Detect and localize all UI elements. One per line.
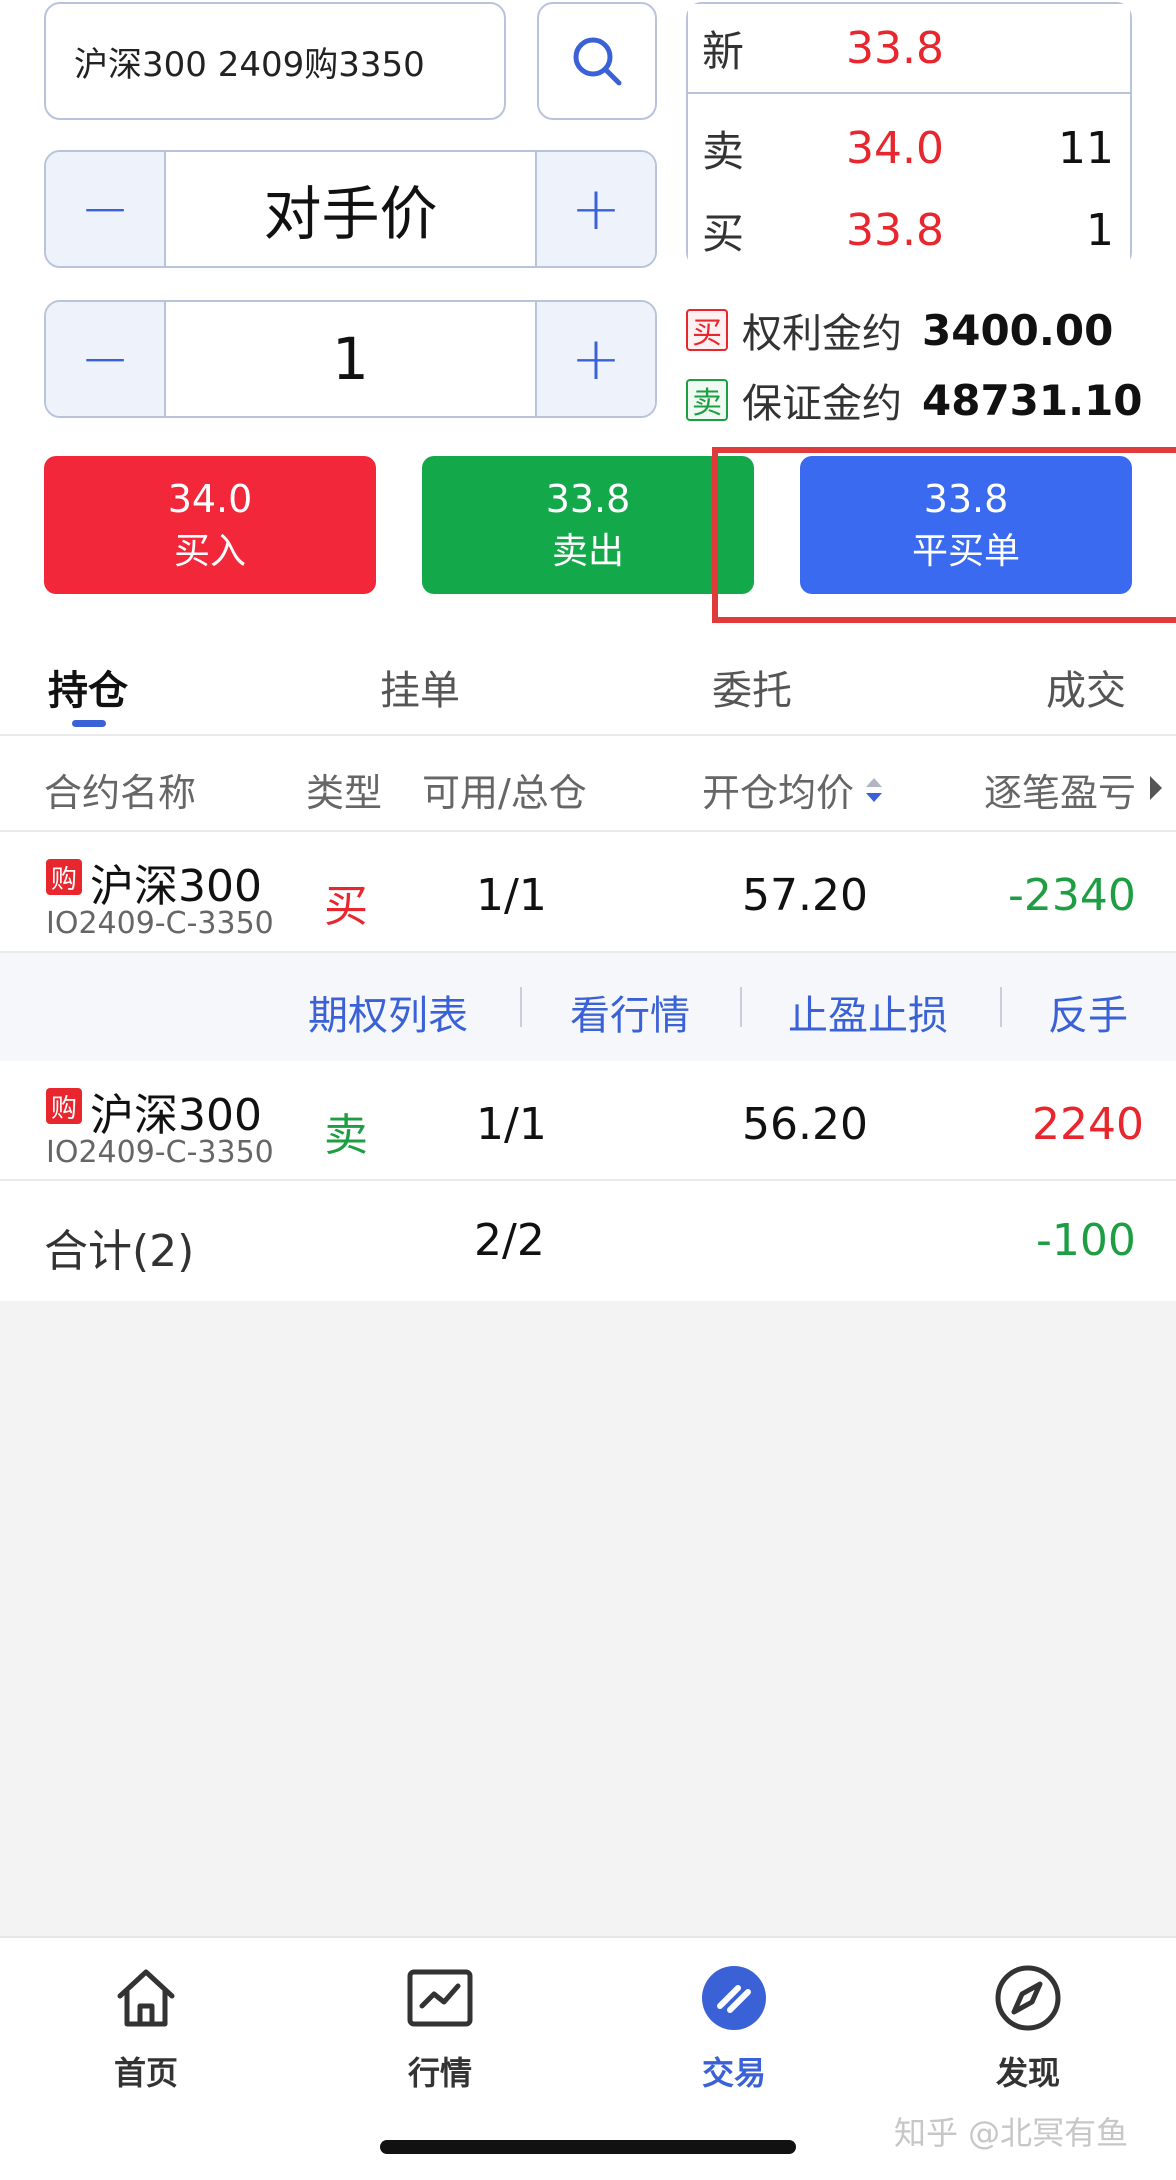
contract-name: 沪深300 — [90, 861, 262, 912]
search-icon — [573, 37, 622, 86]
sell-button-label: 卖出 — [551, 531, 624, 572]
position-pnl: -2340 — [1008, 870, 1136, 921]
nav-market-label: 行情 — [407, 2054, 472, 2092]
sell-button[interactable]: 33.8 卖出 — [422, 456, 754, 594]
quantity-field[interactable]: 1 — [164, 302, 537, 416]
watermark: 知乎 @北冥有鱼 — [894, 2114, 1129, 2152]
tab-positions[interactable]: 持仓 — [48, 658, 128, 716]
contract-code: IO2409-C-3350 — [46, 1135, 274, 1170]
table-row[interactable]: 购 沪深300 IO2409-C-3350 卖 1/1 56.20 2240 — [0, 1061, 1176, 1181]
tab-orders[interactable]: 委托 — [712, 658, 792, 716]
quantity-stepper: − 1 + — [44, 300, 657, 418]
ask-label: 卖 — [702, 126, 745, 176]
total-available: 2/2 — [474, 1215, 545, 1266]
ask-price: 34.0 — [846, 122, 944, 174]
position-avg-price: 57.20 — [742, 870, 868, 921]
contract-search-input[interactable]: 沪深300 2409购3350 — [44, 2, 506, 120]
row-action-bar: 期权列表 看行情 止盈止损 反手 — [0, 953, 1176, 1061]
call-badge: 购 — [46, 859, 82, 895]
call-badge: 购 — [46, 1088, 82, 1124]
buy-tag: 买 — [686, 309, 728, 351]
view-quote-link[interactable]: 看行情 — [570, 983, 690, 1041]
action-divider — [740, 987, 742, 1027]
action-divider — [1000, 987, 1002, 1027]
header-avg-price[interactable]: 开仓均价 — [702, 762, 854, 817]
contract-code: IO2409-C-3350 — [46, 906, 274, 941]
active-tab-indicator — [72, 720, 106, 727]
position-type: 卖 — [324, 1110, 368, 1161]
total-row: 合计(2) 2/2 -100 — [0, 1181, 1176, 1301]
sell-tag: 卖 — [686, 379, 728, 421]
price-stepper: − 对手价 + — [44, 150, 657, 268]
quote-panel: 新 33.8 卖 34.0 11 买 33.8 1 — [686, 2, 1132, 274]
table-header: 合约名称 类型 可用/总仓 开仓均价 逐笔盈亏 — [0, 736, 1176, 832]
nav-home[interactable]: 首页 — [66, 1962, 226, 2094]
table-row[interactable]: 购 沪深300 IO2409-C-3350 买 1/1 57.20 -2340 — [0, 832, 1176, 953]
home-indicator[interactable] — [380, 2140, 796, 2154]
contract-name: 沪深300 — [90, 1090, 262, 1141]
position-type: 买 — [324, 881, 368, 932]
bid-row[interactable]: 买 33.8 1 — [688, 186, 1130, 274]
take-profit-stop-loss-link[interactable]: 止盈止损 — [788, 983, 948, 1041]
position-available: 1/1 — [476, 1099, 547, 1150]
tab-trades[interactable]: 成交 — [1046, 658, 1126, 716]
latest-label: 新 — [702, 26, 745, 76]
buy-button-label: 买入 — [173, 531, 246, 572]
margin-label: 保证金约 — [742, 381, 902, 427]
position-avg-price: 56.20 — [742, 1099, 868, 1150]
nav-discover[interactable]: 发现 — [948, 1962, 1108, 2094]
scroll-right-icon[interactable] — [1148, 774, 1164, 802]
position-tabs: 持仓 挂单 委托 成交 — [0, 630, 1176, 736]
nav-home-label: 首页 — [113, 2054, 178, 2092]
bid-price: 33.8 — [846, 204, 944, 256]
quote-divider — [688, 92, 1130, 94]
quantity-decrease-button[interactable]: − — [46, 302, 164, 416]
total-label: 合计(2) — [44, 1226, 195, 1277]
contract-search-value: 沪深300 2409购3350 — [74, 44, 425, 85]
ask-qty: 11 — [1058, 122, 1114, 174]
premium-estimate: 买 权利金约 3400.00 — [686, 300, 1113, 360]
margin-estimate: 卖 保证金约 48731.10 — [686, 370, 1143, 430]
chart-icon — [407, 1969, 473, 2027]
price-increase-button[interactable]: + — [537, 152, 655, 266]
position-pnl: 2240 — [1032, 1099, 1144, 1150]
search-button[interactable] — [537, 2, 657, 120]
margin-value: 48731.10 — [922, 375, 1143, 425]
latest-price: 33.8 — [846, 22, 944, 74]
reverse-position-link[interactable]: 反手 — [1048, 983, 1128, 1041]
quantity-increase-button[interactable]: + — [537, 302, 655, 416]
option-list-link[interactable]: 期权列表 — [308, 983, 468, 1041]
price-decrease-button[interactable]: − — [46, 152, 164, 266]
bid-qty: 1 — [1086, 204, 1114, 256]
home-icon — [117, 1969, 175, 2027]
premium-value: 3400.00 — [922, 305, 1114, 355]
nav-trade[interactable]: 交易 — [654, 1962, 814, 2094]
price-type-field[interactable]: 对手价 — [164, 152, 537, 266]
nav-trade-label: 交易 — [701, 2054, 766, 2092]
header-type: 类型 — [306, 771, 383, 815]
ask-row[interactable]: 卖 34.0 11 — [688, 104, 1130, 192]
highlight-box — [712, 447, 1176, 623]
action-divider — [520, 987, 522, 1027]
header-contract: 合约名称 — [44, 771, 197, 815]
header-available: 可用/总仓 — [422, 771, 587, 815]
position-available: 1/1 — [476, 870, 547, 921]
latest-price-row: 新 33.8 — [688, 4, 1130, 92]
sell-button-price: 33.8 — [545, 477, 631, 521]
sort-icon[interactable] — [864, 776, 884, 804]
buy-button[interactable]: 34.0 买入 — [44, 456, 376, 594]
compass-icon — [995, 1965, 1061, 2031]
nav-discover-label: 发现 — [995, 2054, 1060, 2092]
header-pnl: 逐笔盈亏 — [984, 771, 1137, 815]
tab-pending[interactable]: 挂单 — [380, 658, 460, 716]
trade-icon — [702, 1966, 766, 2030]
buy-button-price: 34.0 — [167, 477, 253, 521]
bid-label: 买 — [702, 208, 745, 258]
nav-market[interactable]: 行情 — [360, 1962, 520, 2094]
premium-label: 权利金约 — [742, 311, 902, 357]
total-pnl: -100 — [1036, 1215, 1136, 1266]
